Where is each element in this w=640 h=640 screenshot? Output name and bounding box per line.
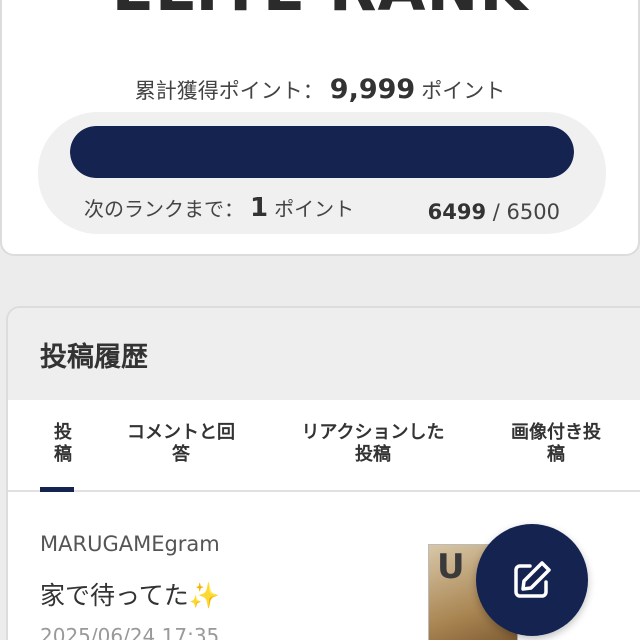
post-body: 家で待ってた (40, 581, 189, 610)
next-rank-line: 次のランクまで： 1 ポイント (84, 192, 354, 225)
progress-count: 6499 / 6500 (428, 196, 560, 228)
new-post-button[interactable] (476, 524, 588, 636)
tab-reacted-posts[interactable]: リアクションした 投稿 (288, 422, 458, 466)
tab-label: コメントと回 (127, 422, 235, 443)
tab-label: リアクションした (301, 422, 445, 443)
total-points-label: 累計獲得ポイント： (134, 79, 324, 103)
rank-progress-panel: 次のランクまで： 1 ポイント 6499 / 6500 (38, 112, 606, 234)
tab-label: 稿 (54, 444, 72, 465)
tab-comments-answers[interactable]: コメントと回 答 (116, 422, 246, 466)
progress-separator: / (492, 200, 500, 224)
next-rank-value: 1 (250, 193, 269, 223)
tab-posts[interactable]: 投 稿 (46, 422, 80, 466)
rank-card: ELITE RANK 累計獲得ポイント：9,999ポイント 次のランクまで：1ポ… (0, 0, 640, 256)
edit-icon (514, 561, 551, 598)
thumbnail-graphic: U (437, 547, 465, 587)
tab-label: 答 (172, 444, 190, 465)
tab-label: 画像付き投 (511, 422, 601, 443)
post-history-tabs: 投 稿 コメントと回 答 リアクションした 投稿 画像付き投 稿 (8, 400, 640, 492)
total-points-value: 9,999 (329, 74, 416, 105)
post-date: 2025/06/24 17:35 (40, 624, 220, 640)
post-text: 家で待ってた✨ (40, 576, 220, 612)
progress-current: 6499 (427, 200, 487, 224)
next-rank-label: 次のランクまで： (84, 197, 244, 221)
total-points-line: 累計獲得ポイント： 9,999 ポイント (2, 74, 638, 107)
post-history-title: 投稿履歴 (8, 308, 640, 400)
total-points-unit: ポイント (421, 79, 506, 103)
tab-image-posts[interactable]: 画像付き投 稿 (496, 422, 616, 466)
progress-target: 6500 (506, 200, 560, 224)
rank-title: ELITE RANK (2, 0, 638, 20)
next-rank-unit: ポイント (274, 197, 355, 221)
tab-label: 稿 (547, 444, 565, 465)
rank-progress-bar (70, 126, 574, 178)
sparkle-icon: ✨ (188, 581, 220, 610)
rank-progress-fill (70, 126, 574, 178)
tab-label: 投 (54, 422, 72, 443)
post-username: MARUGAMEgram (40, 532, 220, 556)
tab-label: 投稿 (355, 444, 391, 465)
